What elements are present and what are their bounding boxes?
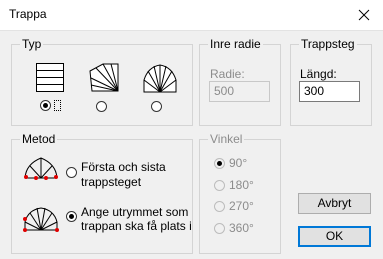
- langd-field[interactable]: 300: [299, 81, 360, 102]
- metod-radio-first-last[interactable]: [66, 167, 77, 178]
- focus-indicator: [54, 100, 61, 111]
- typ-radio-quarter-turn[interactable]: [96, 101, 107, 112]
- first-last-step-icon: [24, 157, 58, 180]
- quarter-turn-stair-icon: [89, 63, 119, 92]
- window-title: Trappa: [9, 7, 47, 21]
- inre-radie-label: Inre radie: [208, 37, 263, 51]
- vinkel-option-180: 180°: [229, 178, 254, 192]
- dialog-body: Typ Inre radie Radie: 500 Trappsteg Läng…: [0, 31, 383, 259]
- metod-label: Metod: [20, 132, 58, 146]
- vinkel-radio-360[interactable]: [214, 223, 225, 234]
- typ-radio-half-turn[interactable]: [151, 101, 162, 112]
- radie-field[interactable]: 500: [209, 81, 270, 102]
- vinkel-option-90: 90°: [229, 156, 248, 170]
- metod-option1-line2: trappsteget: [81, 175, 142, 189]
- vinkel-radio-270[interactable]: [214, 201, 225, 212]
- title-bar: Trappa: [0, 0, 383, 31]
- close-icon[interactable]: [353, 4, 375, 26]
- metod-option2-line1: Ange utrymmet som: [81, 205, 189, 219]
- space-fit-icon: [23, 207, 59, 232]
- typ-label: Typ: [20, 37, 44, 51]
- metod-option2-line2: trappan ska få plats i: [81, 219, 192, 233]
- metod-option1-line1: Första och sista: [81, 160, 166, 174]
- half-turn-stair-icon: [143, 64, 177, 93]
- cancel-button[interactable]: Avbryt: [298, 193, 371, 214]
- vinkel-radio-180[interactable]: [214, 180, 225, 191]
- straight-stair-icon: [36, 63, 64, 92]
- trappsteg-label: Trappsteg: [299, 37, 357, 51]
- vinkel-option-270: 270°: [229, 199, 254, 213]
- typ-radio-straight[interactable]: [40, 100, 51, 111]
- vinkel-option-360: 360°: [229, 221, 254, 235]
- vinkel-radio-90[interactable]: [214, 158, 225, 169]
- langd-label: Längd:: [300, 67, 337, 81]
- radie-label: Radie:: [210, 67, 245, 81]
- ok-button[interactable]: OK: [298, 226, 371, 247]
- vinkel-label: Vinkel: [208, 132, 245, 146]
- metod-radio-space-fit[interactable]: [66, 211, 77, 222]
